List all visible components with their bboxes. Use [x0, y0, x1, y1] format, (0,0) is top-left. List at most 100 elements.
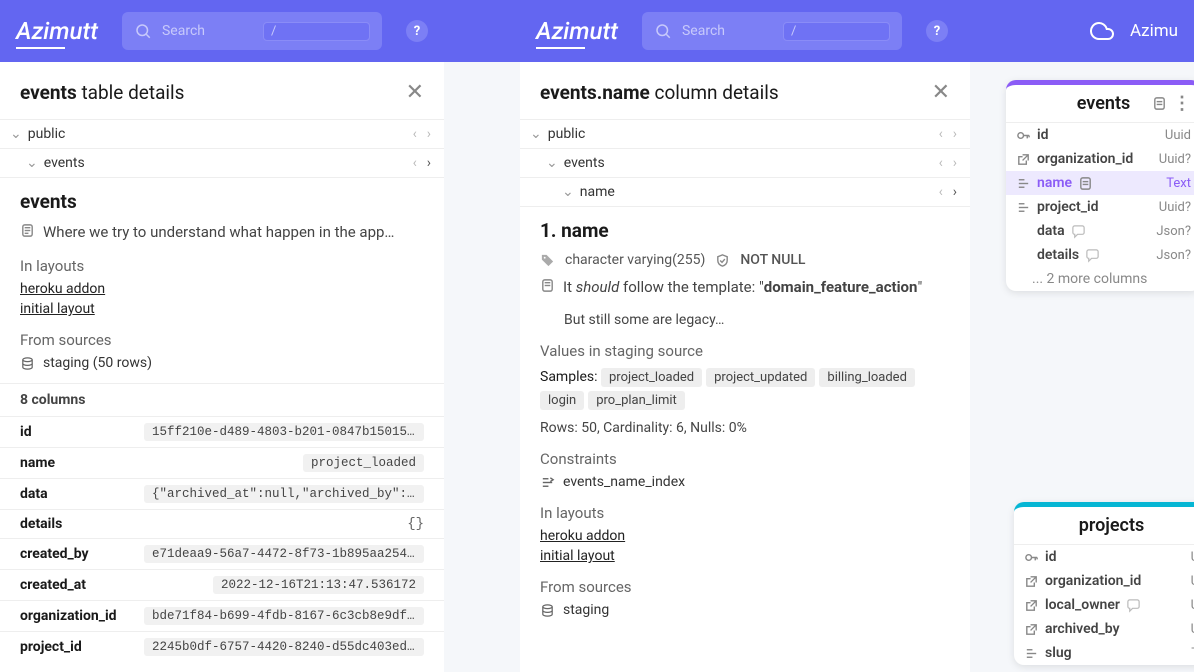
entity-column-name: local_owner — [1045, 597, 1120, 613]
entity-column-row[interactable]: detailsJson? — [1006, 243, 1194, 267]
entity-card-events[interactable]: events ⋮ id Uuid organization_idUuid?nameT… — [1006, 80, 1194, 291]
samples-row: Samples: project_loadedproject_updatedbi… — [540, 366, 950, 412]
entity-column-type: Json? — [1156, 224, 1191, 239]
breadcrumb-public-2[interactable]: ⌄ public ‹› — [520, 119, 970, 148]
chevron-down-icon: ⌄ — [546, 155, 558, 171]
entity-card-header-2[interactable]: projects — [1014, 507, 1194, 545]
nav-prev[interactable]: ‹ — [410, 155, 420, 171]
source-staging[interactable]: staging (50 rows) — [20, 355, 424, 371]
layout-link-initial[interactable]: initial layout — [20, 301, 424, 317]
comment-icon — [1126, 598, 1141, 613]
comment-icon — [1085, 248, 1100, 263]
app-logo[interactable]: Azimutt — [16, 17, 98, 45]
column-name: organization_id — [20, 608, 117, 624]
more-columns[interactable]: ... 2 more columns — [1006, 267, 1194, 291]
entity-column-name: name — [1037, 175, 1072, 191]
entity-column-name: archived_by — [1045, 621, 1120, 637]
breadcrumb-events-2[interactable]: ⌄ events ‹› — [520, 148, 970, 177]
entity-column-type: Uuid? — [1159, 200, 1191, 215]
layout-link-heroku[interactable]: heroku addon — [20, 281, 424, 297]
close-button[interactable]: ✕ — [406, 80, 424, 105]
nav-prev[interactable]: ‹ — [410, 126, 420, 142]
entity-column-row[interactable]: idU — [1014, 545, 1194, 569]
more-icon[interactable]: ⋮ — [1173, 93, 1191, 114]
document-icon — [1078, 176, 1093, 191]
entity-column-name: slug — [1045, 645, 1072, 661]
search-placeholder-2: Search — [682, 23, 773, 39]
entity-column-row[interactable]: organization_idUuid? — [1006, 147, 1194, 171]
column-panel-title: events.name column details ✕ — [520, 62, 970, 119]
entity-column-row[interactable]: dataJson? — [1006, 219, 1194, 243]
help-button-2[interactable]: ? — [926, 20, 948, 42]
breadcrumb-name[interactable]: ⌄ name ‹› — [520, 177, 970, 206]
layout-link-initial-2[interactable]: initial layout — [540, 548, 950, 564]
nav-prev[interactable]: ‹ — [936, 155, 946, 171]
entity-column-row[interactable]: slugT — [1014, 641, 1194, 665]
sample-pill: pro_plan_limit — [588, 391, 685, 410]
search-shortcut: / — [263, 22, 370, 41]
entity-column-row[interactable]: local_ownerU — [1014, 593, 1194, 617]
entity-column-type: Uuid — [1165, 128, 1191, 143]
nav-next[interactable]: › — [950, 155, 960, 171]
column-row[interactable]: created_at2022-12-16T21:13:47.536172 — [0, 569, 444, 600]
entity-column-row[interactable]: nameText — [1006, 171, 1194, 195]
column-value: project_loaded — [303, 454, 424, 472]
column-name: id — [20, 424, 32, 440]
column-row[interactable]: details{} — [0, 509, 444, 538]
breadcrumb-public[interactable]: ⌄ public ‹› — [0, 119, 444, 148]
search-input[interactable]: Search / — [122, 12, 382, 50]
columns-list: id15ff210e-d489-4803-b201-0847b150156bna… — [0, 416, 444, 662]
column-name: details — [20, 516, 62, 532]
column-description: It should follow the template: "domain_f… — [540, 278, 950, 296]
chevron-down-icon: ⌄ — [10, 126, 22, 142]
app-header-right: Azimutt Search / ? Azimu — [520, 0, 1194, 62]
close-button[interactable]: ✕ — [932, 80, 950, 105]
column-body: 1. name character varying(255) NOT NULL … — [520, 206, 970, 630]
entity-card-header[interactable]: events ⋮ — [1006, 85, 1194, 123]
nav-prev[interactable]: ‹ — [936, 184, 946, 200]
source-staging-2[interactable]: staging — [540, 602, 950, 618]
search-icon — [134, 22, 152, 40]
entity-column-row[interactable]: project_idUuid? — [1006, 195, 1194, 219]
column-row[interactable]: data{"archived_at":null,"archived_by":nu… — [0, 478, 444, 509]
entity-column-row[interactable]: id Uuid — [1006, 123, 1194, 147]
constraint-index[interactable]: events_name_index — [540, 474, 950, 490]
search-shortcut-2: / — [783, 22, 890, 41]
chevron-down-icon: ⌄ — [562, 184, 574, 200]
column-details-panel: events.name column details ✕ ⌄ public ‹›… — [520, 62, 970, 672]
app-logo-2[interactable]: Azimutt — [536, 17, 618, 45]
columns-count: 8 columns — [0, 383, 444, 416]
diagram-canvas[interactable]: events ⋮ id Uuid organization_idUuid?nameT… — [970, 62, 1194, 672]
nav-next[interactable]: › — [424, 155, 434, 171]
sample-pill: project_updated — [706, 368, 815, 387]
entity-card-projects[interactable]: projects idUorganization_idUlocal_ownerU… — [1014, 502, 1194, 665]
entity-column-row[interactable]: organization_idU — [1014, 569, 1194, 593]
layout-link-heroku-2[interactable]: heroku addon — [540, 528, 950, 544]
sample-pill: billing_loaded — [819, 368, 915, 387]
comment-icon — [1071, 224, 1086, 239]
column-row[interactable]: project_id2245b0df-6757-4420-8240-d55dc4… — [0, 631, 444, 662]
nav-next[interactable]: › — [950, 126, 960, 142]
layouts-label: In layouts — [20, 257, 424, 275]
entity-column-name: id — [1037, 127, 1049, 143]
entity-name: events — [20, 190, 424, 213]
column-row[interactable]: organization_idbde71f84-b699-4fdb-8167-6… — [0, 600, 444, 631]
entity-column-type: U — [1191, 550, 1194, 565]
sources-label: From sources — [20, 331, 424, 349]
search-input-2[interactable]: Search / — [642, 12, 902, 50]
cloud-icon[interactable] — [1090, 19, 1114, 43]
column-row[interactable]: id15ff210e-d489-4803-b201-0847b150156b — [0, 416, 444, 447]
column-row[interactable]: created_bye71deaa9-56a7-4472-8f73-1b895a… — [0, 538, 444, 569]
user-label[interactable]: Azimu — [1130, 21, 1178, 41]
nav-next[interactable]: › — [424, 126, 434, 142]
external-link-icon — [1016, 152, 1031, 167]
nav-next[interactable]: › — [950, 184, 960, 200]
entity-column-type: U — [1191, 574, 1194, 589]
entity-column-row[interactable]: archived_byU — [1014, 617, 1194, 641]
nav-prev[interactable]: ‹ — [936, 126, 946, 142]
column-row[interactable]: nameproject_loaded — [0, 447, 444, 478]
help-button[interactable]: ? — [406, 20, 428, 42]
column-name: created_by — [20, 546, 89, 562]
index-icon — [1016, 176, 1031, 191]
breadcrumb-events[interactable]: ⌄ events ‹› — [0, 148, 444, 177]
